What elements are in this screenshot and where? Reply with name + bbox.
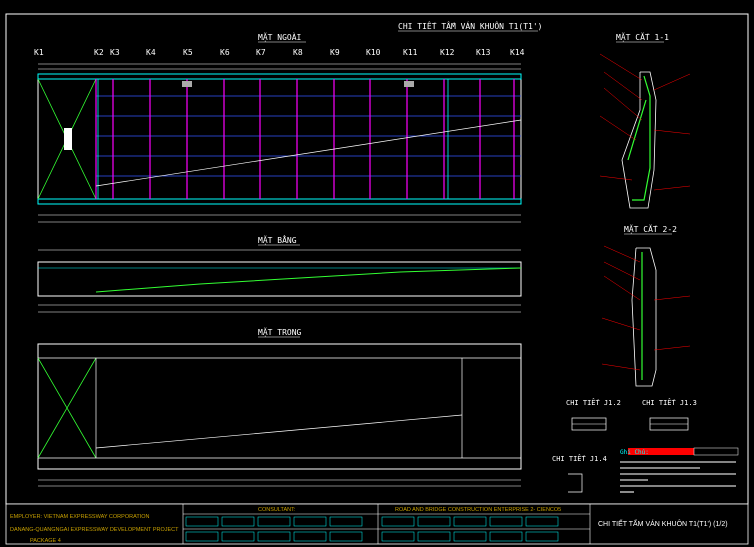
section-mark-k5: K5 [183,48,193,57]
tb-employer: EMPLOYER: VIETNAM EXPRESSWAY CORPORATION [10,514,149,520]
view-title-mat-ngoai: MẶT NGOÀI [258,31,302,42]
opening [64,128,72,150]
notes-lines [620,461,736,493]
section-mark-k2: K2 [94,48,104,57]
bottom-flange [37,198,522,205]
section-mark-k10: K10 [366,48,381,57]
section-mark-k11: K11 [403,48,418,57]
cad-drawing-canvas: CHI TIẾT TẤM VÁN KHUÔN T1(T1') MẶT NGOÀI… [5,13,749,545]
section-mark-k3: K3 [110,48,120,57]
tb-package: PACKAGE 4 [30,538,61,544]
section-mark-k6: K6 [220,48,230,57]
section-profile [621,71,657,209]
view-title-mat-bang: MẶT BẰNG [258,234,297,245]
detail-shape [568,473,583,493]
view-mat-ngoai: MẶT NGOÀI K1 K2 K3 K4 K5 K6 K7 K8 K9 K10… [34,31,525,223]
section-mark-k7: K7 [256,48,266,57]
section-mark-k13: K13 [476,48,491,57]
view-mat-trong: MẶT TRONG [37,327,522,487]
title-block: EMPLOYER: VIETNAM EXPRESSWAY CORPORATION… [5,503,749,545]
tb-contractor: ROAD AND BRIDGE CONSTRUCTION ENTERPRISE … [395,507,561,513]
section-mark-k14: K14 [510,48,525,57]
detail-j1-2a: CHI TIẾT J1.2 [566,398,621,431]
leader-lines [601,245,691,371]
horizontal-ribs [96,95,521,177]
vertical-ribs [95,79,515,199]
section-mark-k12: K12 [440,48,455,57]
detail-j1-4: CHI TIẾT J1.4 [552,454,607,493]
detail-title-j1-2a: CHI TIẾT J1.2 [566,398,621,407]
lifting-lug-1 [182,81,192,87]
section-mark-k4: K4 [146,48,156,57]
detail-title-j1-4: CHI TIẾT J1.4 [552,454,607,463]
section-rebar-2 [627,99,647,161]
panel-outline-trong [37,343,522,470]
view-title-mat-cat-1-1: MẶT CẮT 1-1 [616,31,669,42]
top-flange [37,73,522,80]
section-mark-k8: K8 [293,48,303,57]
detail-j1-3: CHI TIẾT J1.3 [642,398,697,431]
section-mark-k9: K9 [330,48,340,57]
section-mark-k1: K1 [34,48,44,57]
slope-line [95,414,463,449]
tb-consultant: CONSULTANT: [258,507,296,513]
slope-curve [95,267,522,293]
section-profile [631,247,657,387]
view-mat-cat-1-1: MẶT CẮT 1-1 [599,31,691,209]
panel-outline-ngoai [37,73,522,205]
sheet-frame [5,13,749,505]
section-mark-labels: K1 K2 K3 K4 K5 K6 K7 K8 K9 K10 K11 K12 K… [34,48,525,57]
tb-project: DANANG-QUANGNGAI EXPRESSWAY DEVELOPMENT … [10,527,179,533]
notes-title: Ghi Chú: [620,449,649,456]
leader-lines [599,53,691,191]
lifting-lug-2 [404,81,414,87]
view-title-mat-trong: MẶT TRONG [258,327,302,337]
sheet-title: CHI TIẾT TẤM VÁN KHUÔN T1(T1') [398,20,543,31]
view-title-mat-cat-2-2: MẶT CẮT 2-2 [624,223,677,234]
notes-block: Ghi Chú: [620,449,736,493]
view-mat-cat-2-2: MẶT CẮT 2-2 [601,223,691,387]
view-mat-bang: MẶT BẰNG [37,234,522,313]
highlight-bar-outline [693,447,739,456]
detail-title-j1-3: CHI TIẾT J1.3 [642,398,697,407]
